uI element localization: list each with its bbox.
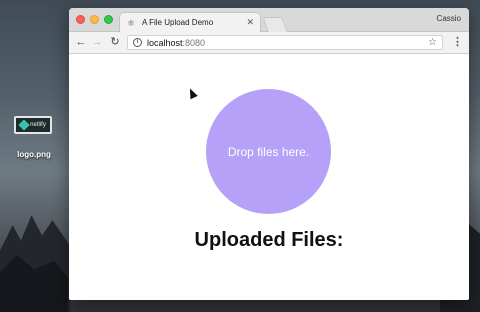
file-dropzone[interactable]: Drop files here. [206, 89, 331, 214]
tab-file-upload-demo[interactable]: ⚛ A File Upload Demo ✕ [119, 12, 261, 32]
desktop-file-label[interactable]: logo.png [8, 150, 60, 159]
back-arrow-icon[interactable]: ← [75, 36, 87, 48]
bookmark-star-icon[interactable]: ☆ [428, 37, 437, 48]
close-tab-icon[interactable]: ✕ [246, 17, 254, 28]
desktop-file-icon[interactable]: netlify [14, 116, 52, 134]
forward-arrow-icon[interactable]: → [91, 36, 103, 48]
dropzone-text: Drop files here. [227, 144, 310, 159]
address-bar[interactable]: i localhost :8080 ☆ [127, 35, 443, 50]
info-icon[interactable]: i [133, 38, 142, 47]
page-content: Drop files here. Uploaded Files: [69, 55, 469, 300]
uploaded-files-heading: Uploaded Files: [194, 229, 344, 251]
desktop-file-icon-text: netlify [30, 122, 46, 128]
close-window-button[interactable] [76, 15, 85, 24]
netlify-logo-icon [18, 119, 30, 131]
url-port: :8080 [182, 37, 206, 48]
reload-icon[interactable]: ↻ [109, 36, 121, 48]
browser-window: ⚛ A File Upload Demo ✕ Cassio ← → ↻ i lo… [69, 8, 469, 300]
profile-name[interactable]: Cassio [437, 14, 461, 23]
browser-toolbar: ← → ↻ i localhost :8080 ☆ ⋮ [69, 32, 469, 54]
minimize-window-button[interactable] [90, 15, 99, 24]
maximize-window-button[interactable] [104, 15, 113, 24]
title-bar: ⚛ A File Upload Demo ✕ Cassio [69, 8, 469, 32]
react-atom-icon: ⚛ [126, 17, 136, 28]
tab-title: A File Upload Demo [142, 18, 214, 27]
kebab-menu-icon[interactable]: ⋮ [452, 36, 463, 48]
new-tab-button[interactable] [262, 17, 288, 32]
url-host: localhost [147, 37, 183, 48]
